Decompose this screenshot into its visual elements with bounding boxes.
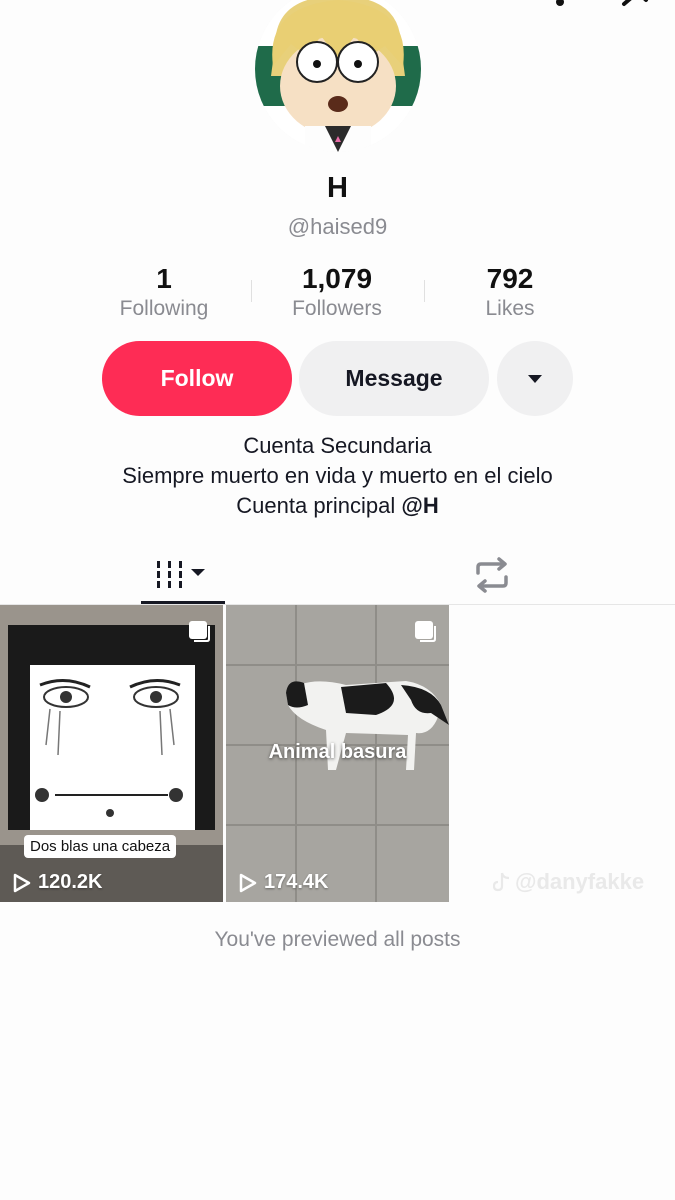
stat-divider: [424, 280, 425, 302]
following-count: 1: [156, 263, 172, 294]
stat-divider: [251, 280, 252, 302]
multi-image-icon: [413, 619, 437, 648]
bio-text: Cuenta principal: [236, 493, 402, 518]
back-icon[interactable]: [28, 0, 52, 11]
followers-stat[interactable]: 1,079 Followers: [257, 262, 417, 322]
avatar[interactable]: [255, 0, 421, 152]
video-thumbnail[interactable]: Animal basura 174.4K: [226, 605, 449, 902]
likes-count: 792: [486, 263, 534, 294]
more-options-button[interactable]: [497, 341, 573, 416]
caret-down-icon: [528, 374, 542, 383]
username: @haised9: [287, 214, 388, 239]
grid-icon: [157, 561, 205, 588]
display-name: H: [327, 172, 348, 204]
message-button[interactable]: Message: [299, 341, 489, 416]
tiktok-logo-icon: [493, 872, 510, 892]
video-thumbnail[interactable]: Dos blas una cabeza 120.2K: [0, 605, 223, 902]
watermark: @danyfakke: [493, 869, 644, 895]
likes-stat[interactable]: 792 Likes: [430, 262, 590, 322]
tab-videos[interactable]: [141, 545, 225, 605]
view-count: 174.4K: [236, 871, 329, 894]
bio-line: Cuenta Secundaria: [243, 433, 432, 458]
repost-icon: [476, 557, 508, 593]
play-icon: [239, 873, 257, 892]
bio-mention-link[interactable]: @H: [401, 493, 438, 518]
watermark-text: @danyfakke: [515, 869, 645, 894]
view-count-text: 174.4K: [264, 871, 329, 893]
video-caption: Animal basura: [268, 741, 407, 763]
view-count-text: 120.2K: [38, 871, 103, 893]
video-caption: Dos blas una cabeza: [24, 835, 177, 858]
followers-label: Followers: [292, 297, 382, 320]
followers-count: 1,079: [301, 263, 373, 294]
share-icon[interactable]: [620, 0, 650, 13]
bio-line: Cuenta principal @H: [0, 493, 675, 519]
follow-button[interactable]: Follow: [102, 341, 292, 416]
bio-line: Siempre muerto en vida y muerto en el ci…: [122, 463, 553, 488]
likes-label: Likes: [485, 297, 535, 320]
play-icon: [13, 873, 31, 892]
notification-icon[interactable]: [548, 0, 572, 11]
following-label: Following: [119, 297, 209, 320]
multi-image-icon: [187, 619, 211, 648]
tab-reposts[interactable]: [450, 545, 534, 605]
following-stat[interactable]: 1 Following: [84, 262, 244, 322]
view-count: 120.2K: [10, 871, 103, 894]
end-of-posts-text: You've previewed all posts: [214, 928, 461, 951]
